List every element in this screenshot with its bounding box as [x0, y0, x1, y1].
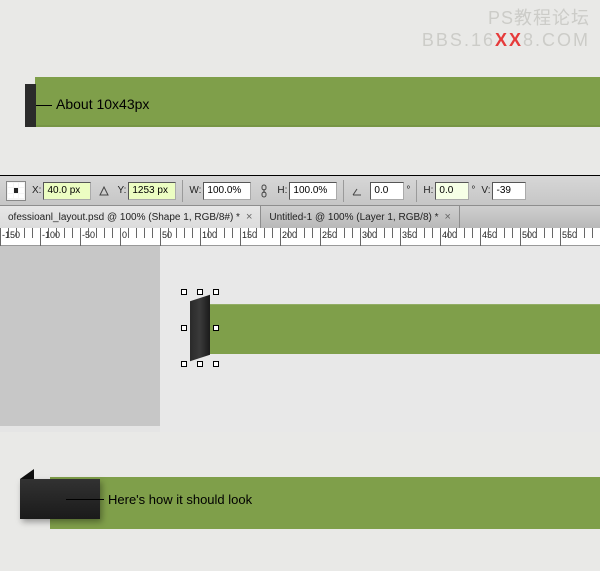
w-input[interactable] — [203, 182, 251, 200]
ruler-label: 0 — [122, 230, 127, 240]
options-bar: X: Y: W: H: ° — [0, 176, 600, 206]
fold-triangle — [20, 469, 34, 479]
skew-h-input[interactable] — [435, 182, 469, 200]
degree-icon: ° — [471, 185, 475, 196]
photoshop-area: X: Y: W: H: ° — [0, 175, 600, 425]
x-input[interactable] — [43, 182, 91, 200]
callout-line-bottom — [66, 499, 104, 500]
separator — [343, 180, 344, 202]
y-label: Y: — [117, 185, 126, 196]
close-icon[interactable]: × — [246, 211, 252, 223]
ruler-label: 500 — [522, 230, 537, 240]
watermark-line2: BBS.16XX8.COM — [422, 30, 590, 51]
y-input[interactable] — [128, 182, 176, 200]
shape-fill — [190, 295, 210, 361]
skew-h-field: H: ° — [423, 182, 475, 200]
dark-tab-shape — [25, 84, 36, 127]
w-field: W: — [189, 182, 251, 200]
close-icon[interactable]: × — [445, 211, 451, 223]
ruler-label: 550 — [562, 230, 577, 240]
angle-icon — [350, 184, 364, 198]
callout-line-top — [36, 105, 52, 106]
folded-tab-shape — [20, 469, 100, 519]
watermark-suffix: 8.COM — [523, 30, 590, 50]
watermark: PS教程论坛 BBS.16XX8.COM — [422, 4, 590, 51]
watermark-xx: XX — [495, 30, 523, 50]
w-label: W: — [189, 185, 201, 196]
skew-v-input[interactable] — [492, 182, 526, 200]
horizontal-ruler[interactable]: -150-100-5005010015020025030035040045050… — [0, 228, 600, 246]
skew-v-label: V: — [481, 185, 490, 196]
panel-bottom: Here's how it should look — [0, 432, 600, 571]
separator — [416, 180, 417, 202]
tab-label: Untitled-1 @ 100% (Layer 1, RGB/8) * — [269, 212, 438, 223]
skew-h-label: H: — [423, 185, 433, 196]
ruler-label: 150 — [242, 230, 257, 240]
delta-icon[interactable] — [97, 184, 111, 198]
x-label: X: — [32, 185, 41, 196]
ruler-label: 450 — [482, 230, 497, 240]
y-field: Y: — [117, 182, 176, 200]
rotate-field: ° — [370, 182, 410, 200]
canvas-pasteboard — [0, 246, 160, 426]
rotate-input[interactable] — [370, 182, 404, 200]
transforming-shape[interactable] — [190, 298, 210, 358]
ruler-label: 50 — [162, 230, 172, 240]
ruler-label: 300 — [362, 230, 377, 240]
document-tabs: ofessioanl_layout.psd @ 100% (Shape 1, R… — [0, 206, 600, 228]
skew-v-field: V: — [481, 182, 526, 200]
ruler-label: 200 — [282, 230, 297, 240]
h-label: H: — [277, 185, 287, 196]
degree-icon: ° — [406, 185, 410, 196]
callout-text-top: About 10x43px — [56, 96, 149, 112]
watermark-prefix: BBS.16 — [422, 30, 495, 50]
ruler-label: 400 — [442, 230, 457, 240]
ruler-label: -100 — [42, 230, 60, 240]
reference-point-icon[interactable] — [6, 181, 26, 201]
ruler-label: -150 — [2, 230, 20, 240]
separator — [182, 180, 183, 202]
ruler-label: 100 — [202, 230, 217, 240]
tab-current[interactable]: ofessioanl_layout.psd @ 100% (Shape 1, R… — [0, 206, 261, 228]
x-field: X: — [32, 182, 91, 200]
link-icon[interactable] — [257, 184, 271, 198]
watermark-line1: PS教程论坛 — [422, 4, 590, 30]
ruler-label: 350 — [402, 230, 417, 240]
tab-other[interactable]: Untitled-1 @ 100% (Layer 1, RGB/8) * × — [261, 206, 460, 228]
h-field: H: — [277, 182, 337, 200]
tab-label: ofessioanl_layout.psd @ 100% (Shape 1, R… — [8, 212, 240, 223]
ruler-label: 250 — [322, 230, 337, 240]
green-bar-canvas — [205, 304, 600, 354]
panel-top: PS教程论坛 BBS.16XX8.COM About 10x43px — [0, 0, 600, 175]
canvas-area[interactable] — [0, 246, 600, 426]
h-input[interactable] — [289, 182, 337, 200]
callout-text-bottom: Here's how it should look — [108, 492, 252, 507]
